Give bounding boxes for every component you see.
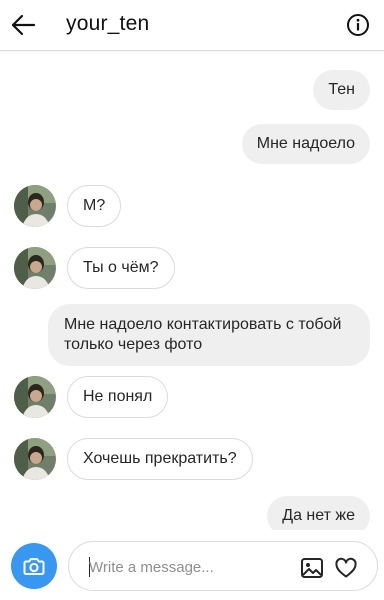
arrow-left-icon — [11, 14, 36, 36]
avatar[interactable] — [14, 376, 56, 418]
avatar[interactable] — [14, 247, 56, 289]
avatar[interactable] — [14, 438, 56, 480]
message-incoming[interactable]: М? — [67, 185, 122, 227]
chat-header: your_ten — [0, 0, 384, 51]
message-thread[interactable]: Тен Мне надоело М? Ты о чём? Мне надоело… — [0, 52, 384, 530]
message-bubble: Тен — [313, 70, 370, 110]
avatar[interactable] — [14, 185, 56, 227]
camera-button[interactable] — [11, 543, 57, 589]
gallery-button[interactable] — [299, 555, 325, 581]
direct-message-screen: your_ten Тен Мне надоело М? Ты о чём? Мн… — [0, 0, 384, 600]
message-bubble: Мне надоело — [241, 124, 370, 164]
message-incoming[interactable]: Хочешь прекратить? — [67, 438, 253, 480]
heart-icon — [335, 557, 357, 578]
message-bubble: М? — [67, 185, 122, 227]
message-bubble: Не понял — [67, 376, 169, 418]
image-icon — [301, 558, 323, 578]
message-input[interactable] — [89, 555, 279, 579]
message-outgoing[interactable]: Да нет же — [267, 496, 370, 530]
chat-title-username[interactable]: your_ten — [66, 12, 149, 36]
avatar-photo — [14, 247, 56, 289]
message-outgoing[interactable]: Мне надоело — [241, 124, 370, 164]
message-bubble: Ты о чём? — [67, 247, 175, 289]
message-incoming[interactable]: Не понял — [67, 376, 169, 418]
avatar-photo — [14, 185, 56, 227]
camera-icon — [23, 558, 45, 575]
message-outgoing[interactable]: Мне надоело контактировать с тобой тольк… — [48, 304, 370, 366]
message-composer — [0, 530, 384, 600]
avatar-photo — [14, 438, 56, 480]
info-icon — [347, 14, 369, 36]
message-outgoing[interactable]: Тен — [313, 70, 370, 110]
info-button[interactable] — [346, 13, 370, 37]
message-bubble: Да нет же — [267, 496, 370, 530]
message-incoming[interactable]: Ты о чём? — [67, 247, 175, 289]
avatar-photo — [14, 376, 56, 418]
message-bubble: Хочешь прекратить? — [67, 438, 253, 480]
message-input-container — [68, 541, 378, 591]
message-bubble: Мне надоело контактировать с тобой тольк… — [48, 304, 370, 366]
like-button[interactable] — [333, 555, 359, 581]
back-button[interactable] — [8, 10, 38, 40]
